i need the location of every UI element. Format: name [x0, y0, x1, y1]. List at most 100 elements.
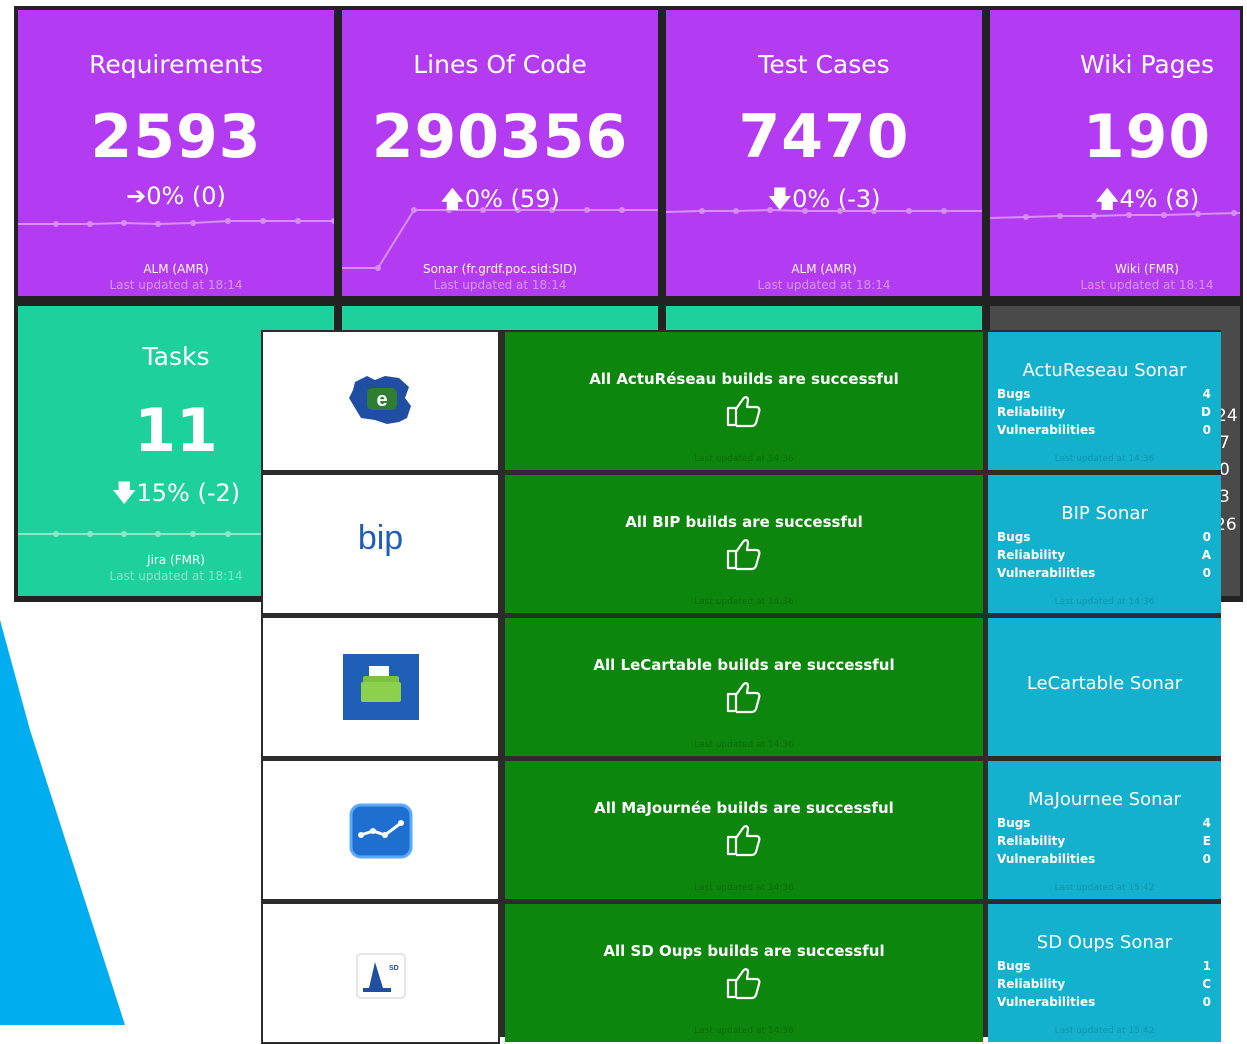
build-updated: Last updated at 14:36	[694, 883, 794, 893]
tile-updated: Last updated at 18:14	[757, 278, 891, 292]
tile-source: ALM (AMR)	[143, 262, 209, 276]
tile-updated: Last updated at 18:14	[433, 278, 567, 292]
sonar-updated: Last updated at 14:36	[1054, 454, 1155, 464]
sonar-title: BIP Sonar	[1061, 503, 1148, 524]
sonar-acturseau: ActuReseau Sonar Bugs 4 Reliability D Vuln…	[988, 332, 1221, 470]
sonar-lecartable: LeCartable Sonar	[988, 618, 1221, 756]
build-status-text: All ActuRéseau builds are successful	[589, 370, 899, 388]
tile-title: Wiki Pages	[1079, 50, 1215, 79]
tile-change: 🡅0% (59)	[440, 185, 560, 213]
sonar-vulnerabilities-row: Vulnerabilities 0	[997, 423, 1211, 437]
tile-lines-of-code: Lines Of Code 290356 🡅0% (59) Sonar (fr.…	[342, 10, 658, 296]
build-status-sdoups: All SD Oups builds are successful Last u…	[505, 904, 983, 1042]
tile-change: 🡅4% (8)	[1094, 185, 1200, 213]
bip-logo-icon: bip	[357, 519, 404, 557]
vulnerabilities-value: 0	[1202, 995, 1211, 1009]
sonar-title: MaJournee Sonar	[1028, 789, 1181, 810]
tile-updated: Last updated at 18:14	[109, 278, 243, 292]
sonar-bugs-row: Bugs 4	[997, 816, 1211, 830]
tile-change: 🡇0% (-3)	[767, 185, 881, 213]
sonar-majournee: MaJournee Sonar Bugs 4 Reliability E Vulne…	[988, 761, 1221, 899]
sonar-title: LeCartable Sonar	[1026, 673, 1183, 694]
reliability-value: A	[1201, 548, 1211, 562]
build-updated: Last updated at 14:36	[694, 597, 794, 607]
build-status-text: All LeCartable builds are successful	[593, 656, 895, 674]
sonar-title: ActuReseau Sonar	[1022, 360, 1187, 381]
svg-text:e: e	[376, 389, 387, 411]
thumbs-up-icon	[726, 682, 761, 714]
bugs-value: 1	[1202, 959, 1211, 973]
build-status-text: All MaJournée builds are successful	[594, 799, 894, 817]
tile-requirements: Requirements 2593 ➔0% (0) ALM (AMR) Last…	[18, 10, 334, 296]
vulnerabilities-value: 0	[1202, 852, 1211, 866]
sonar-reliability-row: Reliability D	[997, 405, 1211, 419]
vulnerabilities-label: Vulnerabilities	[997, 852, 1096, 866]
vulnerabilities-value: 0	[1202, 423, 1211, 437]
project-logo-bip: bip	[261, 473, 500, 615]
sonar-updated: Last updated at 15:42	[1054, 883, 1155, 893]
sonar-vulnerabilities-row: Vulnerabilities 0	[997, 852, 1211, 866]
sonar-sdoups: SD Oups Sonar Bugs 1 Reliability C Vulnera…	[988, 904, 1221, 1042]
bugs-value: 0	[1202, 530, 1211, 544]
tile-value: 7470	[738, 102, 910, 172]
bugs-label: Bugs	[997, 387, 1031, 401]
bugs-value: 4	[1202, 387, 1211, 401]
reliability-label: Reliability	[997, 548, 1066, 562]
tile-title: Lines Of Code	[413, 50, 587, 79]
sonar-updated: Last updated at 14:36	[1054, 597, 1155, 607]
sd-logo-text: SD	[389, 965, 399, 972]
bugs-label: Bugs	[997, 530, 1031, 544]
thumbs-up-icon	[726, 396, 761, 428]
reliability-value: C	[1202, 977, 1211, 991]
build-status-bip: All BIP builds are successful Last updat…	[505, 475, 983, 613]
tile-source: ALM (AMR)	[791, 262, 857, 276]
tile-test-cases: Test Cases 7470 🡇0% (-3) ALM (AMR) Last …	[666, 10, 982, 296]
sonar-bugs-row: Bugs 0	[997, 530, 1211, 544]
sonar-vulnerabilities-row: Vulnerabilities 0	[997, 995, 1211, 1009]
tile-change: ➔0% (0)	[126, 182, 226, 210]
sonar-reliability-row: Reliability A	[997, 548, 1211, 562]
build-status-text: All BIP builds are successful	[625, 513, 863, 531]
reliability-label: Reliability	[997, 977, 1066, 991]
vulnerabilities-label: Vulnerabilities	[997, 423, 1096, 437]
sonar-vulnerabilities-row: Vulnerabilities 0	[997, 566, 1211, 580]
tile-value: 190	[1082, 102, 1212, 172]
reliability-value: E	[1202, 834, 1211, 848]
thumbs-up-icon	[726, 968, 761, 1000]
thumbs-up-icon	[726, 825, 761, 857]
folder-logo-icon	[343, 654, 419, 720]
sonar-title: SD Oups Sonar	[1036, 932, 1173, 953]
tile-value: 2593	[90, 102, 262, 172]
cone-logo-icon: SD	[356, 953, 406, 999]
reliability-label: Reliability	[997, 834, 1066, 848]
vulnerabilities-label: Vulnerabilities	[997, 995, 1096, 1009]
tile-wiki-pages: Wiki Pages 190 🡅4% (8) Wiki (FMR) Last u…	[990, 10, 1240, 296]
project-logo-sdoups: SD	[261, 902, 500, 1044]
tile-source: Sonar (fr.grdf.poc.sid:SID)	[422, 262, 578, 276]
tile-title: Requirements	[89, 50, 263, 79]
sonar-reliability-row: Reliability C	[997, 977, 1211, 991]
build-status-majournee: All MaJournée builds are successful Last…	[505, 761, 983, 899]
reliability-value: D	[1201, 405, 1211, 419]
build-updated: Last updated at 14:36	[694, 454, 794, 464]
tile-value: 290356	[371, 102, 629, 172]
france-map-logo-icon: e	[349, 376, 411, 424]
chart-line-logo-icon	[349, 803, 413, 859]
decorative-blue-triangle	[0, 620, 125, 1025]
bugs-value: 4	[1202, 816, 1211, 830]
bugs-label: Bugs	[997, 816, 1031, 830]
project-logo-acturseau: e	[261, 330, 500, 472]
thumbs-up-icon	[726, 539, 761, 571]
sonar-bip: BIP Sonar Bugs 0 Reliability A Vulnerabili…	[988, 475, 1221, 613]
bugs-label: Bugs	[997, 959, 1031, 973]
sonar-updated: Last updated at 15:42	[1054, 1026, 1155, 1036]
sonar-reliability-row: Reliability E	[997, 834, 1211, 848]
build-status-text: All SD Oups builds are successful	[603, 942, 885, 960]
vulnerabilities-label: Vulnerabilities	[997, 566, 1096, 580]
tile-updated: Last updated at 18:14	[1080, 278, 1214, 292]
project-logo-lecartable	[261, 616, 500, 758]
sonar-bugs-row: Bugs 1	[997, 959, 1211, 973]
tile-source: Wiki (FMR)	[1115, 262, 1179, 276]
tile-title: Test Cases	[758, 50, 890, 79]
vulnerabilities-value: 0	[1202, 566, 1211, 580]
